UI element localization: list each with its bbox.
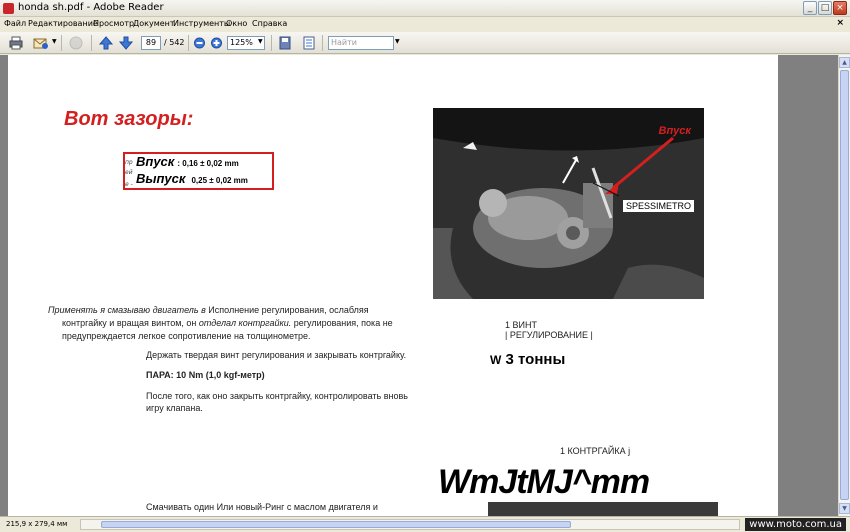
menu-window[interactable]: Окно bbox=[226, 19, 247, 28]
menu-document[interactable]: Документ bbox=[133, 19, 175, 28]
exhaust-spec: Выпуск 0,25 ± 0,02 mm bbox=[136, 170, 248, 188]
photo-intake-label: Впуск bbox=[658, 125, 691, 137]
toolbar-separator bbox=[271, 35, 272, 51]
ocr-garbled-text: WmJtMJ^mm bbox=[438, 463, 650, 501]
toolbar-separator bbox=[188, 35, 189, 51]
horizontal-scroll-thumb[interactable] bbox=[101, 521, 571, 528]
instruction-text: регулирования, пока не bbox=[291, 318, 393, 328]
intake-value: : 0,16 ± 0,02 mm bbox=[177, 159, 239, 168]
feeler-gauge-label: SPESSIMETRO bbox=[623, 200, 695, 212]
stray-text: ей bbox=[125, 169, 133, 176]
search-dropdown-arrow[interactable]: ▼ bbox=[395, 38, 400, 45]
exhaust-value: 0,25 ± 0,02 mm bbox=[191, 176, 248, 185]
instruction-line: После того, как оно закрыть контргайку, … bbox=[146, 391, 408, 401]
title-bar: honda sh.pdf - Adobe Reader _ □ × bbox=[0, 0, 850, 17]
zoom-out-icon[interactable] bbox=[193, 35, 206, 51]
email-icon[interactable] bbox=[32, 35, 50, 51]
status-bar: 215,9 x 279,4 мм www.moto.com.ua bbox=[0, 516, 850, 532]
instruction-italic: отделал контргайки. bbox=[198, 318, 292, 328]
page-number-input[interactable]: 89 bbox=[141, 36, 161, 50]
stray-text: е - bbox=[125, 181, 133, 188]
instruction-line: Держать твердая винт регулирования и зак… bbox=[146, 350, 407, 360]
zoom-dropdown-arrow[interactable]: ▼ bbox=[258, 38, 263, 45]
exhaust-label: Выпуск bbox=[136, 171, 186, 186]
menu-tools[interactable]: Инструменты bbox=[173, 19, 230, 28]
maximize-button[interactable]: □ bbox=[818, 1, 832, 15]
valve-photo: Впуск SPESSIMETRO bbox=[433, 108, 704, 299]
toolbar-separator bbox=[322, 35, 323, 51]
instruction-line: Применять я смазываю двигатель в Исполне… bbox=[48, 305, 369, 315]
window-title: honda sh.pdf - Adobe Reader bbox=[18, 2, 164, 13]
ocr-heading-letter: W bbox=[490, 353, 502, 367]
instruction-italic: Применять я смазываю двигатель в bbox=[48, 305, 206, 315]
toolbar: ▼ 89 / 542 125% ▼ Найти ▼ bbox=[0, 32, 850, 54]
document-close-button[interactable]: × bbox=[836, 18, 844, 28]
callout-locknut: 1 КОНТРГАЙКА j bbox=[560, 446, 631, 456]
menu-bar: Файл Редактирование Просмотр Документ Ин… bbox=[0, 17, 850, 32]
pdf-page: Вот зазоры: пр ей е - Впуск: 0,16 ± 0,02… bbox=[8, 55, 778, 516]
toolbar-separator bbox=[61, 35, 62, 51]
callout-screw: 1 ВИНТ bbox=[505, 320, 537, 330]
ocr-heading-text: 3 тонны bbox=[505, 351, 566, 368]
document-viewport[interactable]: Вот зазоры: пр ей е - Впуск: 0,16 ± 0,02… bbox=[0, 55, 838, 516]
callout-adjust: | РЕГУЛИРОВАНИЕ | bbox=[505, 330, 593, 340]
minimize-button[interactable]: _ bbox=[803, 1, 817, 15]
close-button[interactable]: × bbox=[833, 1, 847, 15]
scroll-thumb[interactable] bbox=[840, 70, 849, 500]
site-watermark: www.moto.com.ua bbox=[745, 518, 846, 531]
horizontal-scrollbar[interactable] bbox=[80, 519, 740, 530]
instruction-text: контргайку и вращая винтом, он bbox=[62, 318, 199, 328]
up-arrow-icon[interactable] bbox=[98, 35, 114, 51]
print-icon[interactable] bbox=[8, 35, 24, 51]
menu-file[interactable]: Файл bbox=[4, 19, 26, 28]
page-total: / 542 bbox=[164, 38, 185, 47]
scroll-down-button[interactable]: ▼ bbox=[839, 503, 850, 514]
stray-text: пр bbox=[125, 159, 133, 166]
torque-spec: ПАРА: 10 Nm (1,0 kgf-метр) bbox=[146, 370, 265, 380]
instruction-line: контргайку и вращая винтом, он отделал к… bbox=[62, 318, 393, 328]
instruction-line: игру клапана. bbox=[146, 403, 203, 413]
second-photo-edge bbox=[488, 502, 718, 516]
toolbar-separator bbox=[91, 35, 92, 51]
instruction-line: предупреждается легкое сопротивление на … bbox=[62, 331, 311, 341]
adobe-reader-icon bbox=[3, 3, 14, 14]
instruction-text: Исполнение регулирования, ослабляя bbox=[205, 305, 369, 315]
scroll-up-button[interactable]: ▲ bbox=[839, 57, 850, 68]
intake-label: Впуск bbox=[136, 154, 175, 169]
email-dropdown-arrow[interactable]: ▼ bbox=[52, 38, 57, 45]
menu-view[interactable]: Просмотр bbox=[93, 19, 134, 28]
instruction-line: Смачивать один Или новый-Ринг с маслом д… bbox=[146, 502, 378, 512]
page-size-readout: 215,9 x 279,4 мм bbox=[6, 520, 68, 528]
menu-help[interactable]: Справка bbox=[252, 19, 287, 28]
zoom-in-icon[interactable] bbox=[210, 35, 223, 51]
menu-edit[interactable]: Редактирование bbox=[28, 19, 98, 28]
page-heading: Вот зазоры: bbox=[64, 108, 194, 130]
fit-page-icon[interactable] bbox=[301, 35, 317, 51]
hand-icon bbox=[67, 35, 85, 51]
down-arrow-icon[interactable] bbox=[118, 35, 134, 51]
save-icon[interactable] bbox=[277, 35, 293, 51]
ocr-heading: W 3 тонны bbox=[490, 351, 565, 368]
intake-spec: Впуск: 0,16 ± 0,02 mm bbox=[136, 153, 239, 171]
vertical-scrollbar[interactable]: ▲ ▼ bbox=[838, 55, 850, 516]
search-input[interactable]: Найти bbox=[328, 36, 394, 50]
